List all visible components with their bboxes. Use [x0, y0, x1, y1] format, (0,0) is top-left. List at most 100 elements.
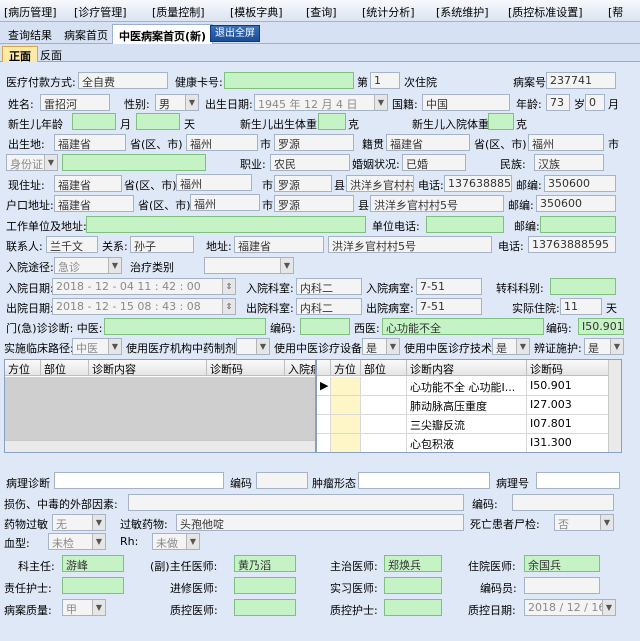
tech-select[interactable]: 是 ▼	[492, 338, 530, 355]
coder-field[interactable]	[524, 577, 600, 594]
in-date-picker[interactable]: 2018 - 12 - 04 11 : 42 : 00 ⇕	[52, 278, 236, 295]
times-field[interactable]: 1	[370, 72, 400, 89]
tab-query-result[interactable]: 查询结果	[2, 24, 58, 44]
menu-help[interactable]: [帮	[608, 4, 623, 20]
table-cell[interactable]	[331, 377, 361, 396]
native-province[interactable]: 福建省	[386, 134, 470, 151]
birth-date-picker[interactable]: 1945 年 12 月 4 日 ▼	[254, 94, 388, 111]
grid-header[interactable]: 方位	[5, 360, 41, 376]
address-province[interactable]: 福建省	[54, 175, 122, 192]
nation-field[interactable]: 中国	[422, 94, 510, 111]
contact-addr-province[interactable]: 福建省	[234, 236, 324, 253]
stay-field[interactable]: 11	[560, 298, 602, 315]
in-dept-field[interactable]: 内科二	[296, 278, 362, 295]
route-select[interactable]: 急诊 ▼	[54, 257, 122, 274]
address-detail[interactable]: 洪洋乡官村村5	[346, 175, 414, 192]
out-ward-field[interactable]: 7-51	[416, 298, 482, 315]
table-cell[interactable]: 心功能不全 心功能I...	[407, 377, 527, 396]
birthplace-city[interactable]: 福州	[186, 134, 258, 151]
path-code-field[interactable]	[256, 472, 308, 489]
table-cell[interactable]	[361, 415, 407, 434]
native-city[interactable]: 福州	[528, 134, 604, 151]
table-cell[interactable]	[361, 396, 407, 415]
allergen-field[interactable]: 头孢他啶	[176, 514, 464, 531]
work-zip-field[interactable]	[540, 216, 616, 233]
row-selector[interactable]	[317, 434, 331, 452]
fellow-field[interactable]	[234, 577, 296, 594]
row-selector[interactable]: ▶	[317, 377, 331, 396]
diagnosis-grid-left[interactable]: 方位 部位 诊断内容 诊断码 入院病	[4, 359, 316, 453]
work-field[interactable]	[86, 216, 366, 233]
prep-select[interactable]: ▼	[236, 338, 270, 355]
table-cell[interactable]: 心包积液	[407, 434, 527, 452]
zip-field[interactable]: 350600	[544, 175, 616, 192]
tcm-code-field[interactable]	[300, 318, 350, 335]
hukou-detail[interactable]: 洪洋乡官村村5号	[370, 195, 504, 212]
birthplace-province[interactable]: 福建省	[54, 134, 126, 151]
card-field[interactable]	[224, 72, 354, 89]
menu-qc-standard[interactable]: [质控标准设置]	[508, 4, 583, 20]
menu-record[interactable]: [病历管理]	[4, 4, 57, 20]
table-cell[interactable]: 三尖瓣反流	[407, 415, 527, 434]
grid-header[interactable]: 诊断内容	[407, 360, 527, 376]
in-ward-field[interactable]: 7-51	[416, 278, 482, 295]
injury-field[interactable]	[128, 494, 464, 511]
menu-stats[interactable]: [统计分析]	[362, 4, 415, 20]
grid-header[interactable]: 部位	[361, 360, 407, 376]
contact-phone-field[interactable]: 13763888595	[528, 236, 616, 253]
phone-field[interactable]: 13763888595	[444, 175, 512, 192]
wm-code-field[interactable]: I50.901	[578, 318, 624, 335]
marriage-field[interactable]: 已婚	[402, 154, 466, 171]
menu-template[interactable]: [模板字典]	[230, 4, 283, 20]
occupation-field[interactable]: 农民	[270, 154, 350, 171]
table-cell[interactable]	[331, 396, 361, 415]
injury-code-field[interactable]	[512, 494, 614, 511]
path-number-field[interactable]	[536, 472, 620, 489]
allergy-select[interactable]: 无 ▼	[52, 514, 106, 531]
grid-header[interactable]: 诊断码	[207, 360, 285, 376]
table-cell[interactable]: I31.300	[527, 434, 609, 452]
path-diagnosis-field[interactable]	[54, 472, 224, 489]
table-cell[interactable]	[331, 415, 361, 434]
out-dept-field[interactable]: 内科二	[296, 298, 362, 315]
age-month-field[interactable]: 0	[585, 94, 605, 111]
pathway-select[interactable]: 中医 ▼	[72, 338, 122, 355]
tab-front-page[interactable]: 病案首页	[58, 24, 114, 44]
menu-quality[interactable]: [质量控制]	[152, 4, 205, 20]
tab-back[interactable]: 反面	[34, 46, 68, 62]
tab-front[interactable]: 正面	[2, 46, 38, 63]
address-city[interactable]: 福州	[176, 174, 252, 191]
horizontal-scrollbar[interactable]	[5, 440, 315, 452]
menu-query[interactable]: [查询]	[306, 4, 337, 20]
address-county[interactable]: 罗源	[274, 175, 332, 192]
grid-header[interactable]: 部位	[41, 360, 89, 376]
bz-select[interactable]: 是 ▼	[584, 338, 624, 355]
quality-select[interactable]: 甲 ▼	[62, 599, 106, 616]
baby-day-field[interactable]	[136, 113, 180, 130]
grid-header[interactable]: 诊断内容	[89, 360, 207, 376]
hukou-county[interactable]: 罗源	[274, 195, 354, 212]
rh-select[interactable]: 未做 ▼	[152, 533, 200, 550]
tumor-form-field[interactable]	[358, 472, 490, 489]
case-no-field[interactable]: 237741	[546, 72, 616, 89]
wm-diagnosis-field[interactable]: 心功能不全	[382, 318, 544, 335]
exit-fullscreen-button[interactable]: 退出全屏	[210, 25, 260, 42]
director-field[interactable]: 游峰	[62, 555, 124, 572]
hukou-province[interactable]: 福建省	[54, 195, 134, 212]
row-selector[interactable]	[317, 415, 331, 434]
tcm-diagnosis-field[interactable]	[104, 318, 266, 335]
relation-field[interactable]: 孙子	[130, 236, 194, 253]
diagnosis-grid-right[interactable]: 方位 部位 诊断内容 诊断码 ▶ 心功能不全 心功能I... I50.901 肺…	[316, 359, 622, 453]
chief-field[interactable]: 黄乃滔	[234, 555, 296, 572]
table-cell[interactable]: 肺动脉高压重度	[407, 396, 527, 415]
row-selector[interactable]	[317, 396, 331, 415]
work-phone-field[interactable]	[426, 216, 504, 233]
baby-in-weight-field[interactable]	[488, 113, 514, 130]
id-number-field[interactable]	[62, 154, 206, 171]
age-field[interactable]: 73	[546, 94, 570, 111]
grid-header[interactable]: 诊断码	[527, 360, 609, 376]
resident-field[interactable]: 余国兵	[524, 555, 600, 572]
hukou-city[interactable]: 福州	[190, 194, 260, 211]
sex-select[interactable]: 男 ▼	[155, 94, 199, 111]
intern-field[interactable]	[384, 577, 442, 594]
